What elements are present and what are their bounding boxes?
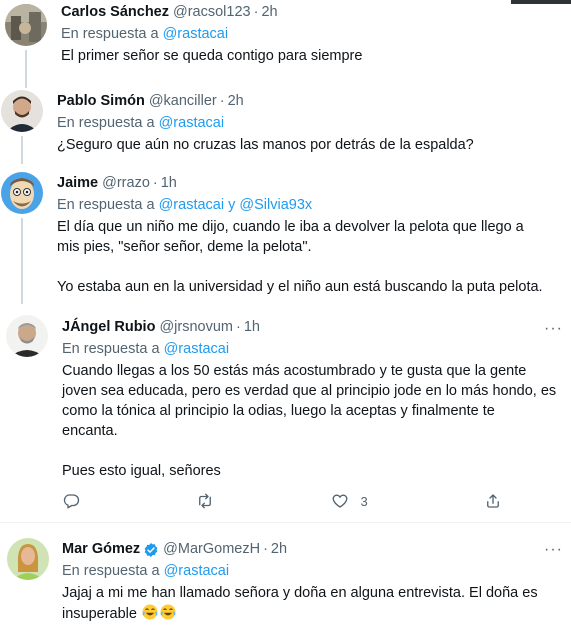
- tweet-content: JÁngel Rubio @jrsnovum · 1h En respuesta…: [62, 318, 563, 481]
- tweet-text-line-with-emoji: insuperable: [62, 603, 563, 624]
- tweet-card[interactable]: JÁngel Rubio @jrsnovum · 1h En respuesta…: [0, 304, 571, 522]
- reply-prefix: En respuesta a: [62, 563, 160, 579]
- mention-joiner: y: [228, 197, 236, 213]
- tweet-card[interactable]: Pablo Simón @kanciller · 2h En respuesta…: [0, 88, 571, 164]
- tears-of-joy-emoji-icon: [160, 604, 176, 620]
- author-name[interactable]: JÁngel Rubio: [62, 318, 155, 337]
- tweet-card[interactable]: Mar Gómez @MarGomezH · 2h En respuesta a…: [0, 523, 571, 625]
- tweet-content: Jaime @rrazo · 1h En respuesta a @rastac…: [57, 174, 563, 297]
- more-options-icon[interactable]: ···: [544, 321, 563, 337]
- tweet-text-line: Jajaj a mi me han llamado señora y doña …: [62, 585, 538, 601]
- tweet-text-line: [62, 441, 563, 461]
- tweet-text-line: El primer señor se queda contigo para si…: [61, 48, 363, 64]
- mention-link[interactable]: @rastacai: [164, 341, 230, 357]
- thread-line: [21, 218, 23, 304]
- reply-prefix: En respuesta a: [61, 26, 159, 42]
- tweet-text-line: Yo estaba aun en la universidad y el niñ…: [57, 279, 543, 295]
- reply-prefix: En respuesta a: [57, 197, 155, 213]
- like-button[interactable]: 3: [331, 492, 368, 510]
- author-handle[interactable]: @jrsnovum: [159, 318, 233, 337]
- author-handle[interactable]: @rrazo: [102, 174, 150, 193]
- retweet-icon: [199, 493, 212, 509]
- more-options-icon[interactable]: ···: [544, 542, 563, 558]
- author-handle[interactable]: @kanciller: [149, 92, 217, 111]
- timestamp[interactable]: 1h: [161, 174, 177, 193]
- reply-context: En respuesta a @rastacai: [57, 113, 563, 133]
- timestamp[interactable]: 2h: [228, 92, 244, 111]
- tweet-header: JÁngel Rubio @jrsnovum · 1h: [62, 318, 563, 337]
- tweet-text-line: encanta.: [62, 423, 118, 439]
- avatar[interactable]: [7, 538, 49, 580]
- thread-line: [25, 50, 27, 88]
- separator-dot: ·: [253, 4, 259, 20]
- tweet-text-line: Cuando llegas a los 50 estás más acostum…: [62, 363, 527, 379]
- tweet-header: Carlos Sánchez @racsol123 · 2h: [61, 3, 563, 22]
- tweet-text-line: insuperable: [62, 606, 137, 622]
- tweet-header: Jaime @rrazo · 1h: [57, 174, 563, 193]
- avatar[interactable]: [5, 4, 47, 46]
- avatar[interactable]: [1, 90, 43, 132]
- like-count: 3: [360, 493, 368, 509]
- tweet-text-line: joven sea educada, pero es verdad que al…: [62, 383, 557, 399]
- mention-link[interactable]: @rastacai: [163, 26, 229, 42]
- tweet-text: ¿Seguro que aún no cruzas las manos por …: [57, 135, 563, 155]
- timestamp[interactable]: 2h: [271, 540, 287, 559]
- tweet-text: El día que un niño me dijo, cuando le ib…: [57, 217, 563, 297]
- tweet-content: Pablo Simón @kanciller · 2h En respuesta…: [57, 92, 563, 155]
- timestamp[interactable]: 2h: [261, 3, 277, 22]
- author-handle[interactable]: @racsol123: [173, 3, 251, 22]
- thread-line: [21, 136, 23, 164]
- tears-of-joy-emoji-icon: [142, 604, 158, 620]
- mention-link[interactable]: @rastacai: [164, 563, 230, 579]
- reply-context: En respuesta a @rastacai: [62, 339, 563, 359]
- author-name[interactable]: Mar Gómez: [62, 540, 140, 559]
- tweet-card[interactable]: Carlos Sánchez @racsol123 · 2h En respue…: [0, 0, 571, 88]
- reply-button[interactable]: [62, 492, 80, 510]
- tweet-header: Mar Gómez @MarGomezH · 2h: [62, 540, 563, 559]
- tweet-text: Jajaj a mi me han llamado señora y doña …: [62, 583, 563, 624]
- share-icon: [487, 494, 499, 508]
- reply-prefix: En respuesta a: [57, 115, 155, 131]
- separator-dot: ·: [152, 175, 158, 191]
- tweet-actions: 3: [62, 492, 502, 510]
- tweet-text-line: mis pies, "señor señor, deme la pelota".: [57, 239, 312, 255]
- tweet-content: Carlos Sánchez @racsol123 · 2h En respue…: [61, 3, 563, 66]
- reply-context: En respuesta a @rastacai: [62, 561, 563, 581]
- mention-link[interactable]: @rastacai: [159, 197, 225, 213]
- tweet-feed: Carlos Sánchez @racsol123 · 2h En respue…: [0, 0, 571, 625]
- tweet-content: Mar Gómez @MarGomezH · 2h En respuesta a…: [62, 540, 563, 624]
- avatar[interactable]: [6, 315, 48, 357]
- tweet-text-line: como la tónica al principio la odias, lu…: [62, 403, 495, 419]
- separator-dot: ·: [263, 541, 268, 557]
- author-name[interactable]: Jaime: [57, 174, 98, 193]
- heart-icon: [332, 494, 347, 508]
- reply-prefix: En respuesta a: [62, 341, 160, 357]
- retweet-button[interactable]: [196, 492, 214, 510]
- separator-dot: ·: [236, 319, 241, 335]
- author-name[interactable]: Pablo Simón: [57, 92, 145, 111]
- avatar[interactable]: [1, 172, 43, 214]
- tweet-text: El primer señor se queda contigo para si…: [61, 46, 563, 66]
- tweet-text-line: Pues esto igual, señores: [62, 463, 221, 479]
- tweet-card[interactable]: Jaime @rrazo · 1h En respuesta a @rastac…: [0, 164, 571, 304]
- tweet-text-line: ¿Seguro que aún no cruzas las manos por …: [57, 137, 474, 153]
- author-name[interactable]: Carlos Sánchez: [61, 3, 169, 22]
- verified-badge-icon: [144, 542, 158, 557]
- tweet-text: Cuando llegas a los 50 estás más acostum…: [62, 361, 563, 481]
- mention-link[interactable]: @Silvia93x: [239, 197, 312, 213]
- separator-dot: ·: [219, 93, 225, 109]
- timestamp[interactable]: 1h: [244, 318, 260, 337]
- reply-context: En respuesta a @rastacai y @Silvia93x: [57, 195, 563, 215]
- reply-context: En respuesta a @rastacai: [61, 24, 563, 44]
- tweet-header: Pablo Simón @kanciller · 2h: [57, 92, 563, 111]
- mention-link[interactable]: @rastacai: [159, 115, 225, 131]
- share-button[interactable]: [484, 492, 502, 510]
- tweet-text-line: [57, 257, 563, 277]
- reply-icon: [63, 494, 80, 509]
- author-handle[interactable]: @MarGomezH: [163, 540, 260, 559]
- tweet-text-line: El día que un niño me dijo, cuando le ib…: [57, 219, 524, 235]
